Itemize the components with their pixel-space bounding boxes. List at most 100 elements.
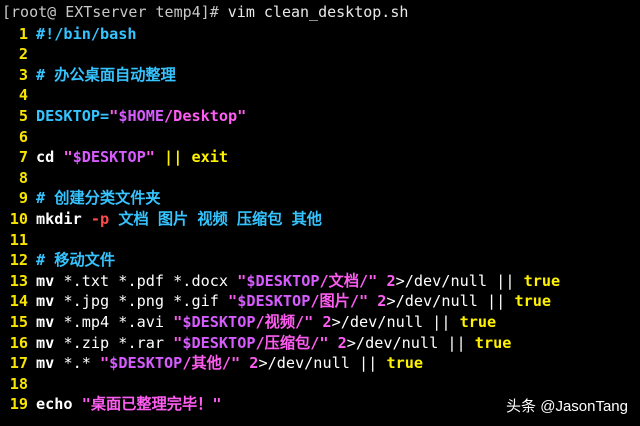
code-line[interactable]: 9 # 创建分类文件夹 <box>0 188 161 209</box>
code-token: /文档/" <box>319 271 378 290</box>
code-token: " <box>173 333 183 352</box>
prompt-user-host: [root@ EXTserver temp4]# <box>2 3 219 21</box>
code-token: $DESKTOP <box>109 354 183 373</box>
line-number: 6 <box>18 127 28 146</box>
code-token: $HOME <box>118 106 165 125</box>
code-token: true <box>514 292 552 311</box>
code-token: mv <box>36 292 64 311</box>
code-line[interactable]: 14 mv *.jpg *.png *.gif "$DESKTOP/图片/" 2>… <box>0 291 551 312</box>
code-token: 2 <box>377 271 396 290</box>
code-token: mv <box>36 271 64 290</box>
code-token: /图片/" <box>310 292 369 311</box>
code-token: mv <box>36 354 64 373</box>
line-number: 4 <box>18 86 28 105</box>
code-token: # 移动文件 <box>36 251 116 270</box>
line-number: 5 <box>18 106 28 125</box>
code-line[interactable]: 1 #!/bin/bash <box>0 24 137 45</box>
code-token: " <box>63 148 73 167</box>
code-line[interactable]: 7 cd "$DESKTOP" || exit <box>0 147 228 168</box>
code-token: # 创建分类文件夹 <box>36 189 161 208</box>
line-number: 14 <box>9 292 28 311</box>
code-token: "桌面已整理完毕！" <box>81 395 222 414</box>
line-number: 12 <box>9 251 28 270</box>
code-line[interactable]: 5 DESKTOP="$HOME/Desktop" <box>0 106 246 127</box>
code-line[interactable]: 17 mv *.* "$DESKTOP/其他/" 2>/dev/null || t… <box>0 353 423 374</box>
code-token: " <box>173 312 183 331</box>
code-token: 文档 图片 视频 压缩包 其他 <box>109 209 322 228</box>
line-number: 3 <box>18 65 28 84</box>
line-number: 16 <box>9 333 28 352</box>
code-token: true <box>459 312 497 331</box>
code-token: *.* <box>63 354 101 373</box>
code-token: *.jpg *.png *.gif <box>63 292 229 311</box>
code-token: # 办公桌面自动整理 <box>36 65 176 84</box>
code-token: >/dev/null || <box>346 333 475 352</box>
code-line[interactable]: 18 <box>0 374 36 395</box>
code-token: 2 <box>313 312 332 331</box>
code-token: $DESKTOP <box>182 333 256 352</box>
code-token: echo <box>36 395 82 414</box>
code-token: " <box>109 106 119 125</box>
code-token: 2 <box>328 333 347 352</box>
code-token: $DESKTOP <box>72 148 146 167</box>
code-line[interactable]: 15 mv *.mp4 *.avi "$DESKTOP/视频/" 2>/dev/n… <box>0 312 496 333</box>
code-token: DESKTOP= <box>36 106 110 125</box>
line-number: 13 <box>9 271 28 290</box>
code-token: *.zip *.rar <box>63 333 174 352</box>
code-token: 2 <box>368 292 387 311</box>
line-number: 1 <box>18 24 28 43</box>
code-line[interactable]: 16 mv *.zip *.rar "$DESKTOP/压缩包/" 2>/dev/… <box>0 333 512 354</box>
line-number: 2 <box>18 45 28 64</box>
code-token: /视频/" <box>255 312 314 331</box>
code-token: mv <box>36 312 64 331</box>
code-line[interactable]: 12 # 移动文件 <box>0 250 115 271</box>
line-number: 17 <box>9 354 28 373</box>
terminal-window[interactable]: [root@ EXTserver temp4]# vim clean_deskt… <box>0 0 640 426</box>
code-line[interactable]: 2 <box>0 44 36 65</box>
code-token: >/dev/null || <box>386 292 515 311</box>
code-token: " <box>237 271 247 290</box>
line-number: 9 <box>18 189 28 208</box>
code-token: /Desktop" <box>164 106 247 125</box>
line-number: 11 <box>9 230 28 249</box>
code-token: true <box>386 354 424 373</box>
code-line[interactable]: 10 mkdir -p 文档 图片 视频 压缩包 其他 <box>0 209 322 230</box>
line-number: 19 <box>9 395 28 414</box>
code-token: mv <box>36 333 64 352</box>
code-line[interactable]: 11 <box>0 230 36 251</box>
code-line[interactable]: 4 <box>0 85 36 106</box>
line-number: 18 <box>9 374 28 393</box>
code-line[interactable]: 19 echo "桌面已整理完毕！" <box>0 394 222 415</box>
code-token: 2 <box>240 354 259 373</box>
line-number: 8 <box>18 168 28 187</box>
code-token: >/dev/null || <box>331 312 460 331</box>
code-token: true <box>474 333 512 352</box>
code-line[interactable]: 13 mv *.txt *.pdf *.docx "$DESKTOP/文档/" 2… <box>0 271 560 292</box>
code-token: $DESKTOP <box>182 312 256 331</box>
code-token: #!/bin/bash <box>36 24 137 43</box>
code-token: $DESKTOP <box>246 271 320 290</box>
code-token: >/dev/null || <box>258 354 387 373</box>
code-token: >/dev/null || <box>395 271 524 290</box>
code-token: /压缩包/" <box>255 333 329 352</box>
code-token: /其他/" <box>182 354 241 373</box>
code-token: true <box>523 271 561 290</box>
code-token: $DESKTOP <box>237 292 311 311</box>
prompt-command: vim clean_desktop.sh <box>218 3 409 21</box>
line-number: 7 <box>18 148 28 167</box>
code-token: " <box>228 292 238 311</box>
line-number: 15 <box>9 312 28 331</box>
code-line[interactable]: 8 <box>0 168 36 189</box>
code-token: cd <box>36 148 64 167</box>
code-token: mkdir <box>36 209 91 228</box>
watermark: 头条 @JasonTang <box>506 398 628 415</box>
code-line[interactable]: 3 # 办公桌面自动整理 <box>0 65 176 86</box>
code-token: -p <box>90 209 110 228</box>
line-number: 10 <box>9 209 28 228</box>
code-token: " <box>100 354 110 373</box>
code-token: *.txt *.pdf *.docx <box>63 271 238 290</box>
code-line[interactable]: 6 <box>0 127 36 148</box>
code-token: " <box>145 148 155 167</box>
code-token: || exit <box>154 148 229 167</box>
shell-prompt: [root@ EXTserver temp4]# vim clean_deskt… <box>2 2 408 22</box>
